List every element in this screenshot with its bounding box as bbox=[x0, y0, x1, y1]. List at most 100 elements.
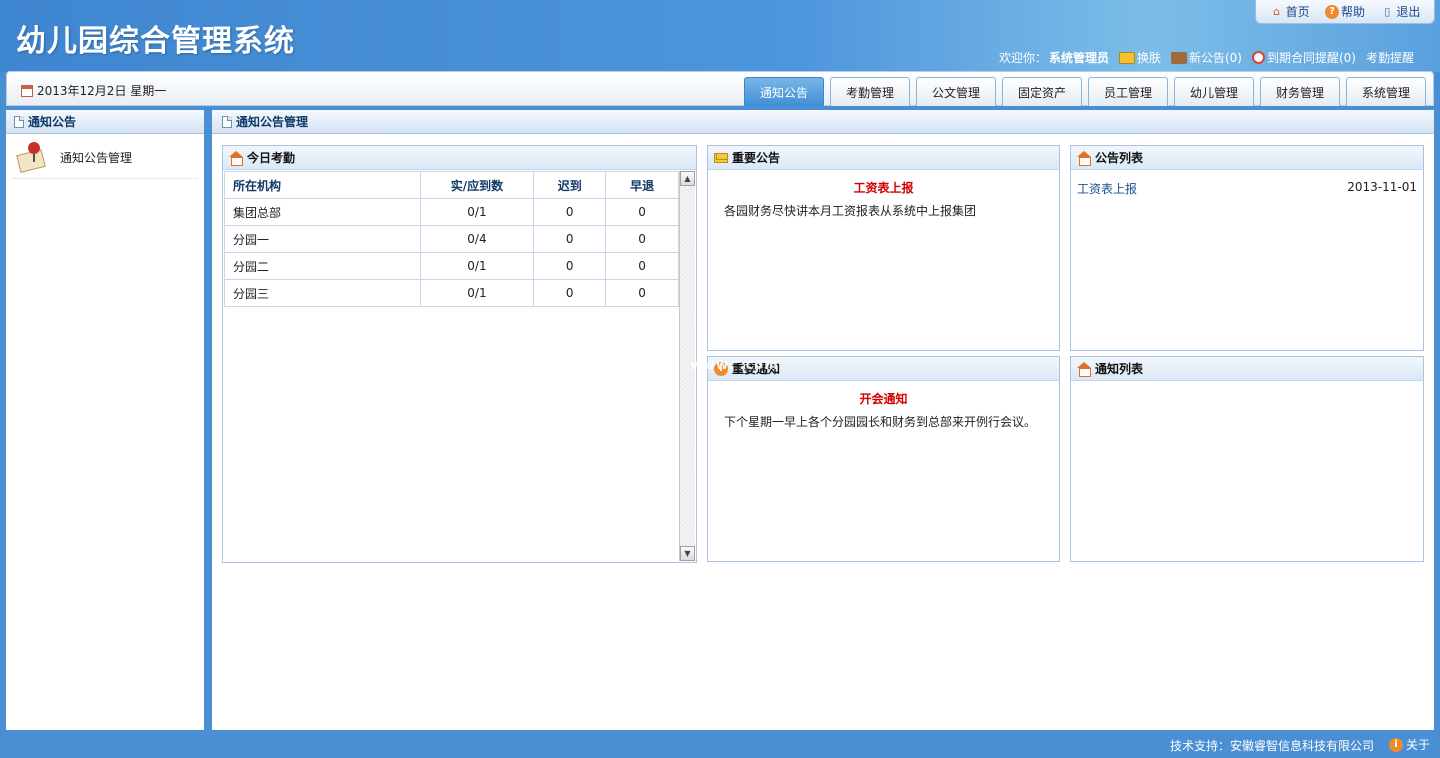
about-label: 关于 bbox=[1405, 738, 1430, 752]
main-header: 通知公告管理 bbox=[212, 110, 1434, 134]
table-cell: 0 bbox=[533, 279, 607, 307]
table-cell: 0/1 bbox=[419, 198, 535, 226]
table-cell: 0 bbox=[605, 225, 679, 253]
skin-link[interactable]: 换肤 bbox=[1118, 49, 1161, 66]
notice-list-panel: 公告列表 工资表上报 2013-11-01 bbox=[1070, 145, 1424, 351]
document-icon: ▯ bbox=[1384, 5, 1391, 18]
home-icon: ⌂ bbox=[1273, 5, 1281, 18]
logout-link-label: 退出 bbox=[1396, 5, 1421, 19]
tab-attendance[interactable]: 考勤管理 bbox=[830, 77, 910, 106]
important-message-panel: i 重要通知 开会通知 下个星期一早上各个分园园长和财务到总部来开例行会议。 bbox=[707, 356, 1060, 562]
sidebar-header: 通知公告 bbox=[6, 110, 204, 134]
notice-list-date: 2013-11-01 bbox=[1347, 180, 1417, 194]
table-row: 分园三 0/1 0 0 bbox=[224, 279, 679, 307]
welcome-text: 欢迎你： 系统管理员 bbox=[999, 49, 1109, 66]
important-notice-header: 重要公告 bbox=[708, 146, 1059, 170]
contract-reminder-link[interactable]: 到期合同提醒(0) bbox=[1251, 49, 1356, 66]
table-cell: 0 bbox=[605, 252, 679, 280]
table-row: 分园二 0/1 0 0 bbox=[224, 252, 679, 280]
page-icon bbox=[222, 115, 232, 128]
skin-label: 换肤 bbox=[1136, 51, 1161, 65]
table-cell: 0 bbox=[605, 279, 679, 307]
important-notice-panel: 重要公告 工资表上报 各园财务尽快讲本月工资报表从系统中上报集团 bbox=[707, 145, 1060, 351]
home-icon bbox=[1077, 151, 1091, 166]
table-cell: 0/1 bbox=[419, 252, 535, 280]
notice-list-title: 公告列表 bbox=[1095, 151, 1144, 165]
home-link[interactable]: ⌂ 首页 bbox=[1270, 3, 1310, 20]
footer: 技术支持：安徽睿智信息科技有限公司 i 关于 bbox=[0, 730, 1440, 758]
attendance-reminder-link[interactable]: 考勤提醒 bbox=[1366, 49, 1414, 66]
table-cell: 0/1 bbox=[419, 279, 535, 307]
message-list-title: 通知列表 bbox=[1095, 362, 1144, 376]
tab-fixed-assets[interactable]: 固定资产 bbox=[1002, 77, 1082, 106]
table-cell: 0 bbox=[533, 225, 607, 253]
table-cell: 分园三 bbox=[224, 279, 421, 307]
tab-notice[interactable]: 通知公告 bbox=[744, 77, 824, 106]
table-cell: 0 bbox=[605, 198, 679, 226]
important-notice-title: 重要公告 bbox=[732, 151, 781, 165]
support-text: 技术支持：安徽睿智信息科技有限公司 bbox=[1169, 739, 1374, 753]
notice-item-body: 各园财务尽快讲本月工资报表从系统中上报集团 bbox=[724, 204, 977, 218]
scroll-up-button[interactable]: ▲ bbox=[680, 171, 695, 186]
clock-icon bbox=[1251, 51, 1265, 64]
sidebar: 通知公告 通知公告管理 bbox=[6, 110, 204, 730]
help-icon: ? bbox=[1324, 4, 1339, 19]
username: 系统管理员 bbox=[1048, 51, 1109, 65]
tab-documents[interactable]: 公文管理 bbox=[916, 77, 996, 106]
main-tabs: 通知公告 考勤管理 公文管理 固定资产 员工管理 幼儿管理 财务管理 系统管理 bbox=[744, 77, 1426, 106]
message-item-body: 下个星期一早上各个分园园长和财务到总部来开例行会议。 bbox=[724, 415, 1037, 429]
tab-staff[interactable]: 员工管理 bbox=[1088, 77, 1168, 106]
current-date: 2013年12月2日 星期一 bbox=[21, 82, 166, 99]
tab-children[interactable]: 幼儿管理 bbox=[1174, 77, 1254, 106]
table-header-row: 所在机构 实/应到数 迟到 早退 bbox=[224, 171, 679, 199]
notice-list-header: 公告列表 bbox=[1071, 146, 1423, 170]
envelope-icon bbox=[714, 152, 728, 163]
message-list-panel: 通知列表 bbox=[1070, 356, 1424, 562]
contract-reminder-label: 到期合同提醒(0) bbox=[1266, 51, 1356, 65]
help-link-label: 帮助 bbox=[1340, 5, 1365, 19]
table-cell: 0 bbox=[533, 198, 607, 226]
pushpin-icon bbox=[16, 142, 48, 173]
attendance-panel: 今日考勤 所在机构 实/应到数 迟到 早退 集团总部 0/1 0 0 分园一 0… bbox=[222, 145, 697, 563]
table-cell: 0/4 bbox=[419, 225, 535, 253]
table-cell: 分园二 bbox=[224, 252, 421, 280]
table-cell: 集团总部 bbox=[224, 198, 421, 226]
info-icon: i bbox=[1388, 737, 1403, 752]
welcome-label: 欢迎你： bbox=[998, 51, 1047, 65]
table-cell: 分园一 bbox=[224, 225, 421, 253]
sidebar-item-notice-management[interactable]: 通知公告管理 bbox=[12, 138, 198, 179]
nav-bar: 2013年12月2日 星期一 通知公告 考勤管理 公文管理 固定资产 员工管理 … bbox=[6, 71, 1434, 106]
calendar-icon bbox=[21, 84, 33, 97]
table-row: 分园一 0/4 0 0 bbox=[224, 225, 679, 253]
notice-list-link[interactable]: 工资表上报 bbox=[1077, 180, 1137, 197]
column-header: 所在机构 bbox=[224, 171, 421, 199]
main-title: 通知公告管理 bbox=[236, 115, 309, 129]
home-link-label: 首页 bbox=[1285, 5, 1310, 19]
sidebar-title: 通知公告 bbox=[28, 115, 77, 129]
message-item-title[interactable]: 开会通知 bbox=[708, 390, 1059, 407]
notice-item-title[interactable]: 工资表上报 bbox=[708, 179, 1059, 196]
scroll-down-button[interactable]: ▼ bbox=[680, 546, 695, 561]
page-icon bbox=[14, 115, 24, 128]
about-link[interactable]: i 关于 bbox=[1388, 736, 1430, 753]
main-content: 通知公告管理 今日考勤 所在机构 实/应到数 迟到 早退 集团总部 0/1 0 … bbox=[212, 110, 1434, 730]
new-notice-link[interactable]: 新公告(0) bbox=[1170, 49, 1242, 66]
app-title: 幼儿园综合管理系统 bbox=[16, 24, 295, 59]
date-text: 2013年12月2日 星期一 bbox=[37, 84, 167, 98]
table-row: 集团总部 0/1 0 0 bbox=[224, 198, 679, 226]
home-icon bbox=[229, 151, 243, 166]
tab-system[interactable]: 系统管理 bbox=[1346, 77, 1426, 106]
sidebar-item-label: 通知公告管理 bbox=[60, 150, 133, 165]
attendance-title: 今日考勤 bbox=[247, 151, 296, 165]
top-links: ⌂ 首页 ? 帮助 ▯ 退出 bbox=[1255, 0, 1435, 24]
attendance-reminder-label: 考勤提醒 bbox=[1365, 51, 1414, 65]
attendance-panel-header: 今日考勤 bbox=[223, 146, 696, 170]
column-header: 迟到 bbox=[533, 171, 607, 199]
column-header: 实/应到数 bbox=[419, 171, 535, 199]
table-cell: 0 bbox=[533, 252, 607, 280]
tab-finance[interactable]: 财务管理 bbox=[1260, 77, 1340, 106]
column-header: 早退 bbox=[605, 171, 679, 199]
help-link[interactable]: ? 帮助 bbox=[1324, 3, 1365, 20]
user-bar: 欢迎你： 系统管理员 换肤 新公告(0) 到期合同提醒(0) 考勤提醒 bbox=[999, 49, 1414, 66]
logout-link[interactable]: ▯ 退出 bbox=[1380, 3, 1420, 20]
